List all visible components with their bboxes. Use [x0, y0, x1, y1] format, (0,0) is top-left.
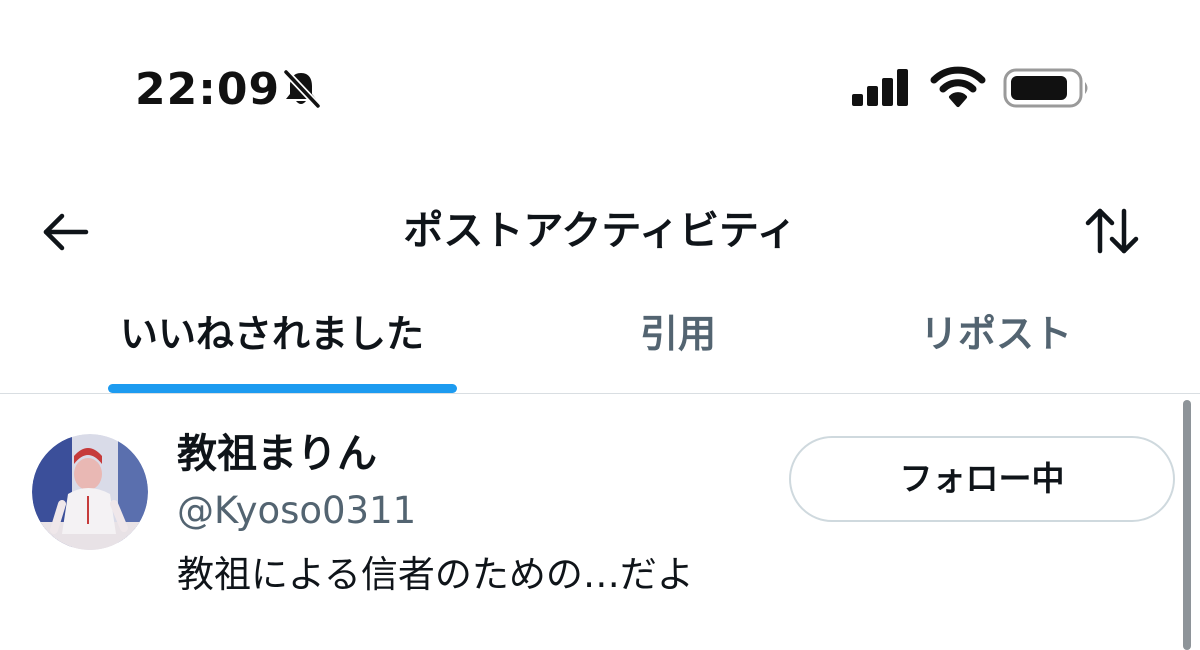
user-bio: 教祖による信者のための…だよ: [177, 553, 694, 596]
tab-liked[interactable]: いいねされました: [120, 308, 424, 360]
scrollbar[interactable]: [1183, 400, 1191, 650]
following-button[interactable]: フォロー中: [789, 436, 1175, 522]
active-tab-indicator: [108, 384, 457, 393]
wifi-icon: [930, 66, 986, 107]
user-handle[interactable]: @Kyoso0311: [177, 488, 416, 534]
status-time: 22:09: [135, 64, 281, 115]
sort-arrows-icon[interactable]: [1082, 203, 1142, 259]
page-title: ポストアクティビティ: [403, 208, 797, 254]
bell-slash-icon: [283, 69, 321, 109]
cellular-signal-icon: [852, 69, 908, 106]
tab-quotes[interactable]: 引用: [640, 308, 716, 360]
avatar[interactable]: [32, 434, 148, 550]
tab-divider: [0, 393, 1200, 394]
battery-icon: [1003, 68, 1088, 108]
tab-reposts[interactable]: リポスト: [920, 308, 1072, 360]
user-display-name[interactable]: 教祖まりん: [177, 428, 377, 480]
